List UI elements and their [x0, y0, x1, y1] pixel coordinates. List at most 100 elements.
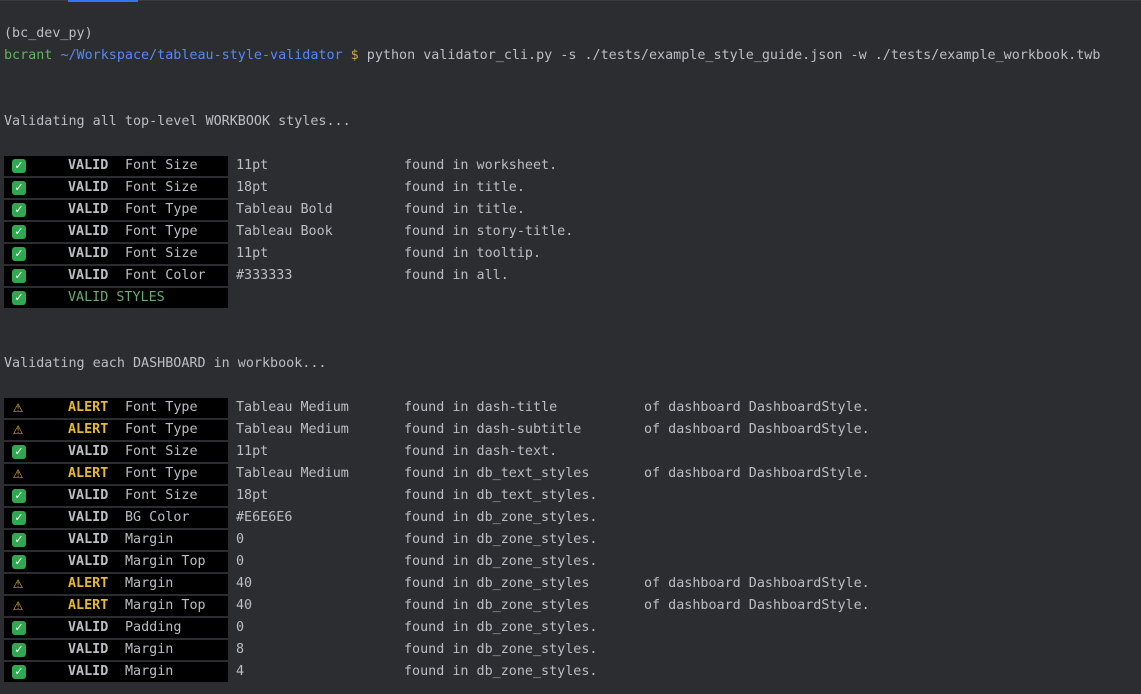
- style-property: Font Type: [125, 466, 198, 481]
- style-property: Font Size: [125, 246, 198, 261]
- status-text: VALID: [68, 202, 109, 217]
- found-location: found in dash-subtitle: [404, 422, 582, 437]
- style-value: Tableau Medium: [236, 400, 349, 415]
- style-property: BG Color: [125, 510, 190, 525]
- style-value: 40: [236, 598, 253, 613]
- status-badge: ✓ VALID Margin Top: [4, 552, 228, 572]
- style-property: Margin Top: [125, 598, 206, 613]
- status-text: VALID: [68, 642, 109, 657]
- check-icon: ✓: [12, 291, 26, 305]
- status-text: ALERT: [68, 598, 109, 613]
- style-property: Font Size: [125, 444, 198, 459]
- style-property: Margin: [125, 576, 174, 591]
- prompt-symbol: $: [350, 48, 359, 63]
- found-location: found in db_zone_styles.: [404, 664, 598, 679]
- status-text: ALERT: [68, 466, 109, 481]
- workbook-summary-row: ✓ VALID STYLES: [4, 288, 228, 308]
- env-line: (bc_dev_py): [4, 26, 93, 41]
- status-text: VALID: [68, 268, 109, 283]
- check-icon: ✓: [12, 247, 26, 261]
- style-property: Font Type: [125, 422, 198, 437]
- status-badge: ✓ VALID Margin: [4, 640, 228, 660]
- check-icon: ✓: [12, 159, 26, 173]
- style-value: 4: [236, 664, 245, 679]
- style-value: 18pt: [236, 488, 269, 503]
- style-property: Margin Top: [125, 554, 206, 569]
- style-value: 0: [236, 554, 245, 569]
- status-badge: ✓ VALID Padding: [4, 618, 228, 638]
- status-text: VALID: [68, 510, 109, 525]
- style-value: Tableau Book: [236, 224, 333, 239]
- style-value: 0: [236, 620, 245, 635]
- status-text: VALID: [68, 180, 109, 195]
- active-tab-indicator[interactable]: [68, 0, 138, 2]
- found-location: found in dash-text.: [404, 444, 558, 459]
- found-location: found in db_zone_styles: [404, 598, 590, 613]
- dashboard-reference: of dashboard DashboardStyle.: [644, 598, 870, 613]
- status-text: VALID: [68, 246, 109, 261]
- style-value: #E6E6E6: [236, 510, 293, 525]
- found-location: found in all.: [404, 268, 509, 283]
- warning-icon: ⚠: [12, 577, 24, 591]
- status-text: VALID: [68, 664, 109, 679]
- found-location: found in db_text_styles.: [404, 488, 598, 503]
- found-location: found in title.: [404, 202, 525, 217]
- workbook-heading: Validating all top-level WORKBOOK styles…: [4, 114, 351, 129]
- style-value: Tableau Medium: [236, 466, 349, 481]
- found-location: found in dash-title: [404, 400, 558, 415]
- check-icon: ✓: [12, 489, 26, 503]
- dashboard-reference: of dashboard DashboardStyle.: [644, 400, 870, 415]
- status-badge: ✓ VALID Font Size: [4, 156, 228, 176]
- status-badge: ✓ VALID Font Size: [4, 178, 228, 198]
- style-property: Margin: [125, 532, 174, 547]
- check-icon: ✓: [12, 665, 26, 679]
- style-value: 8: [236, 642, 245, 657]
- check-icon: ✓: [12, 643, 26, 657]
- check-icon: ✓: [12, 225, 26, 239]
- status-text: ALERT: [68, 400, 109, 415]
- found-location: found in db_zone_styles.: [404, 510, 598, 525]
- found-location: found in title.: [404, 180, 525, 195]
- summary-label: VALID STYLES: [68, 290, 165, 305]
- status-badge: ✓ VALID Font Type: [4, 200, 228, 220]
- dashboard-reference: of dashboard DashboardStyle.: [644, 466, 870, 481]
- found-location: found in db_zone_styles.: [404, 620, 598, 635]
- style-value: #333333: [236, 268, 293, 283]
- status-badge: ✓ VALID Font Size: [4, 442, 228, 462]
- found-location: found in db_zone_styles.: [404, 642, 598, 657]
- style-property: Font Size: [125, 180, 198, 195]
- status-text: VALID: [68, 488, 109, 503]
- status-text: VALID: [68, 444, 109, 459]
- dashboard-heading: Validating each DASHBOARD in workbook...: [4, 356, 327, 371]
- status-badge: ✓ VALID Margin: [4, 662, 228, 682]
- status-text: VALID: [68, 620, 109, 635]
- found-location: found in db_text_styles: [404, 466, 590, 481]
- style-value: 0: [236, 532, 245, 547]
- found-location: found in db_zone_styles: [404, 576, 590, 591]
- found-location: found in story-title.: [404, 224, 574, 239]
- warning-icon: ⚠: [12, 599, 24, 613]
- terminal-tab-bar: [0, 0, 1141, 1]
- status-text: ALERT: [68, 422, 109, 437]
- prompt-user: bcrant: [4, 48, 53, 63]
- style-property: Padding: [125, 620, 182, 635]
- status-text: VALID: [68, 158, 109, 173]
- style-value: 18pt: [236, 180, 269, 195]
- style-value: 11pt: [236, 444, 269, 459]
- check-icon: ✓: [12, 203, 26, 217]
- style-property: Margin: [125, 642, 174, 657]
- style-property: Margin: [125, 664, 174, 679]
- status-badge: ✓ VALID Margin: [4, 530, 228, 550]
- check-icon: ✓: [12, 511, 26, 525]
- status-badge: ⚠ ALERT Font Type: [4, 464, 228, 484]
- style-value: Tableau Medium: [236, 422, 349, 437]
- warning-icon: ⚠: [12, 401, 24, 415]
- found-location: found in worksheet.: [404, 158, 558, 173]
- status-badge: ✓ VALID Font Type: [4, 222, 228, 242]
- prompt-path: ~/Workspace/tableau-style-validator: [60, 48, 343, 63]
- status-badge: ✓ VALID Font Size: [4, 486, 228, 506]
- status-badge: ✓ VALID Font Size: [4, 244, 228, 264]
- style-property: Font Type: [125, 224, 198, 239]
- style-value: 40: [236, 576, 253, 591]
- dashboard-reference: of dashboard DashboardStyle.: [644, 576, 870, 591]
